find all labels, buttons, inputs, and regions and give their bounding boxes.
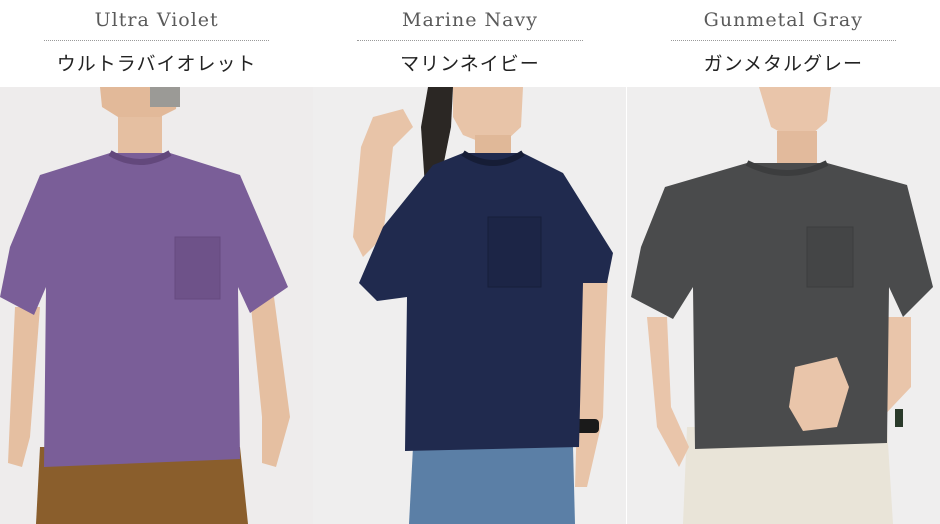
color-variant-grid: Ultra Violet ウルトラバイオレット Marine Navy マリンネ… — [0, 0, 940, 524]
color-name-english: Marine Navy — [402, 9, 538, 31]
color-name-japanese: ガンメタルグレー — [703, 53, 864, 75]
gunmetal-gray-model-photo[interactable] — [626, 87, 940, 524]
variant-ultra-violet[interactable]: Ultra Violet ウルトラバイオレット — [0, 0, 313, 524]
dotted-divider — [44, 40, 270, 41]
marine-navy-model-photo[interactable] — [313, 87, 627, 524]
variant-gunmetal-gray[interactable]: Gunmetal Gray ガンメタルグレー — [626, 0, 940, 524]
dotted-divider — [670, 40, 896, 41]
color-name-japanese: マリンネイビー — [400, 53, 540, 75]
variant-header: Marine Navy マリンネイビー — [313, 0, 626, 87]
variant-header: Gunmetal Gray ガンメタルグレー — [627, 0, 940, 87]
color-name-english: Ultra Violet — [94, 9, 219, 31]
ultra-violet-model-photo[interactable] — [0, 87, 313, 524]
color-name-japanese: ウルトラバイオレット — [56, 53, 257, 75]
variant-marine-navy[interactable]: Marine Navy マリンネイビー — [313, 0, 627, 524]
variant-header: Ultra Violet ウルトラバイオレット — [0, 0, 313, 87]
dotted-divider — [357, 40, 583, 41]
color-name-english: Gunmetal Gray — [703, 9, 863, 31]
